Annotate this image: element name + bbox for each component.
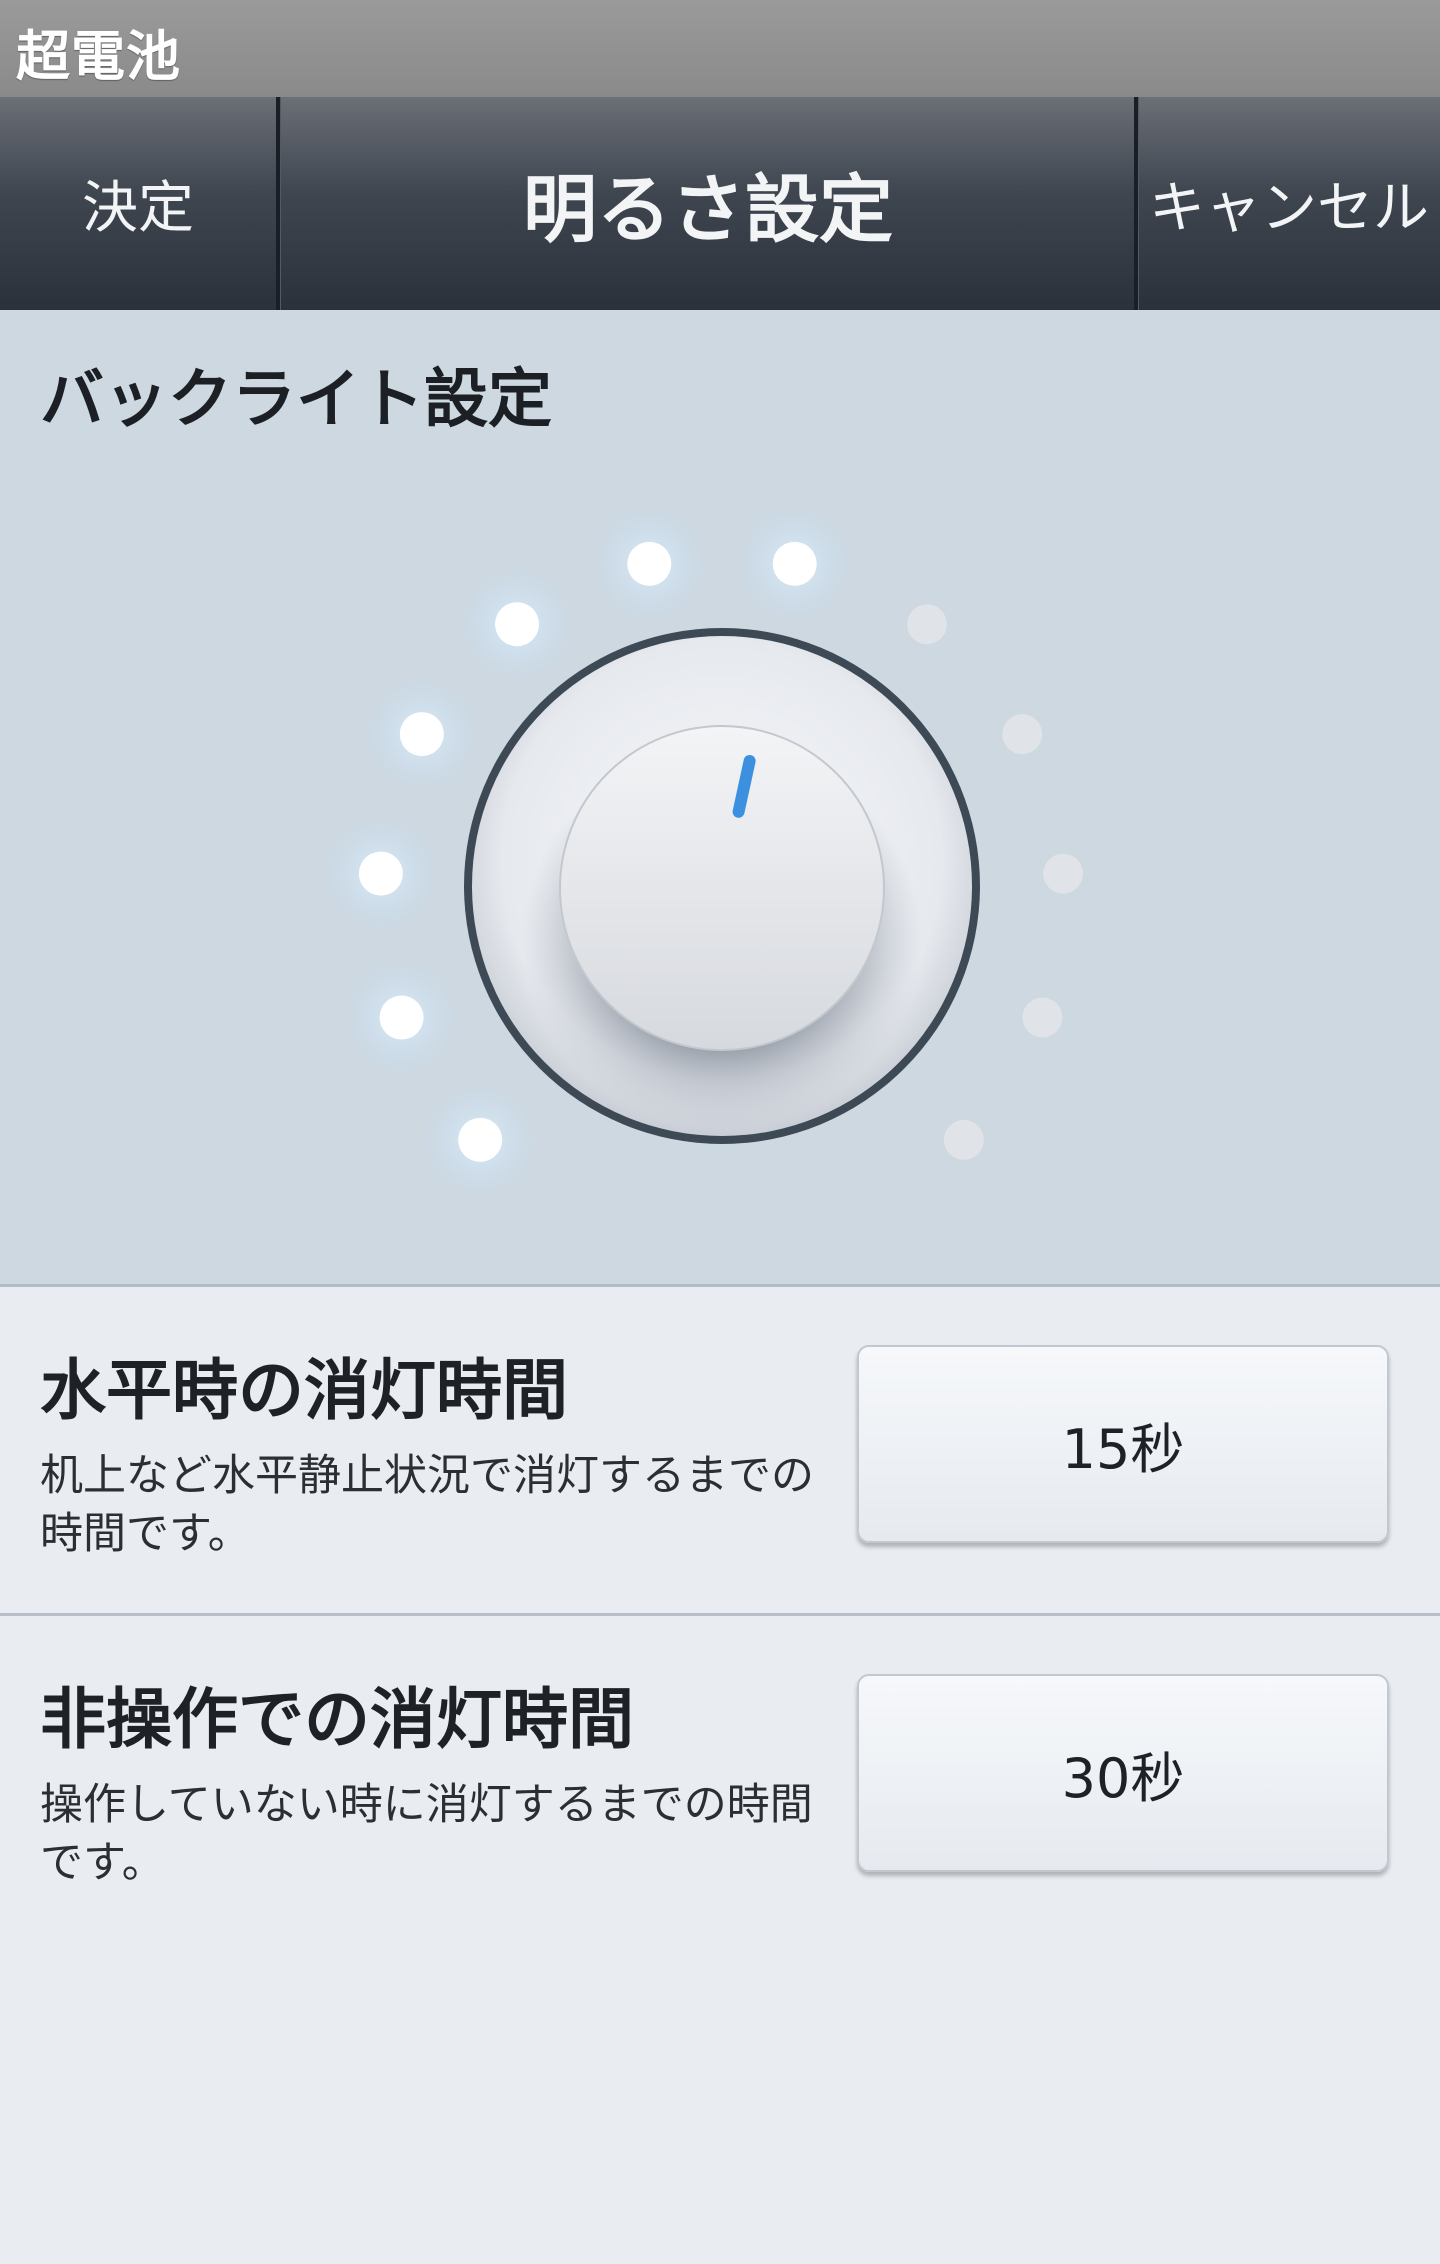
- page-title: 明るさ設定: [523, 167, 893, 253]
- toolbar-divider: [276, 97, 280, 310]
- setting-description: 机上など水平静止状況で消灯するまでの時間です。: [40, 1451, 814, 1559]
- level-dot-lit: [358, 851, 403, 896]
- setting-label: 非操作での消灯時間: [40, 1681, 634, 1758]
- cancel-button[interactable]: キャンセル: [1138, 97, 1440, 310]
- level-dot-unlit: [943, 1119, 984, 1160]
- level-dot-unlit: [1043, 853, 1084, 894]
- level-dot-unlit: [1002, 714, 1043, 755]
- brightness-dial[interactable]: [0, 310, 1440, 1284]
- toolbar: 決定 明るさ設定 キャンセル: [0, 97, 1440, 312]
- dial-knob[interactable]: [559, 725, 885, 1051]
- level-dot-lit: [495, 602, 540, 647]
- level-dot-lit: [458, 1117, 503, 1162]
- level-dot-unlit: [1022, 997, 1063, 1038]
- ok-button[interactable]: 決定: [0, 97, 276, 310]
- setting-idle-off-time: 非操作での消灯時間 操作していない時に消灯するまでの時間です。 30秒: [0, 1616, 1440, 1942]
- backlight-panel: バックライト設定: [0, 310, 1440, 1287]
- title-bar: 超電池: [0, 0, 1440, 97]
- app-title: 超電池: [16, 25, 181, 88]
- level-dot-lit: [379, 995, 424, 1040]
- setting-label: 水平時の消灯時間: [40, 1352, 568, 1429]
- setting-description: 操作していない時に消灯するまでの時間です。: [40, 1780, 813, 1888]
- idle-off-time-button[interactable]: 30秒: [857, 1674, 1389, 1872]
- level-dot-lit: [627, 541, 672, 586]
- level-dot-lit: [399, 712, 444, 757]
- setting-horizontal-off-time: 水平時の消灯時間 机上など水平静止状況で消灯するまでの時間です。 15秒: [0, 1287, 1440, 1616]
- level-dot-unlit: [906, 604, 947, 645]
- level-dot-lit: [772, 541, 817, 586]
- horizontal-off-time-button[interactable]: 15秒: [857, 1345, 1389, 1543]
